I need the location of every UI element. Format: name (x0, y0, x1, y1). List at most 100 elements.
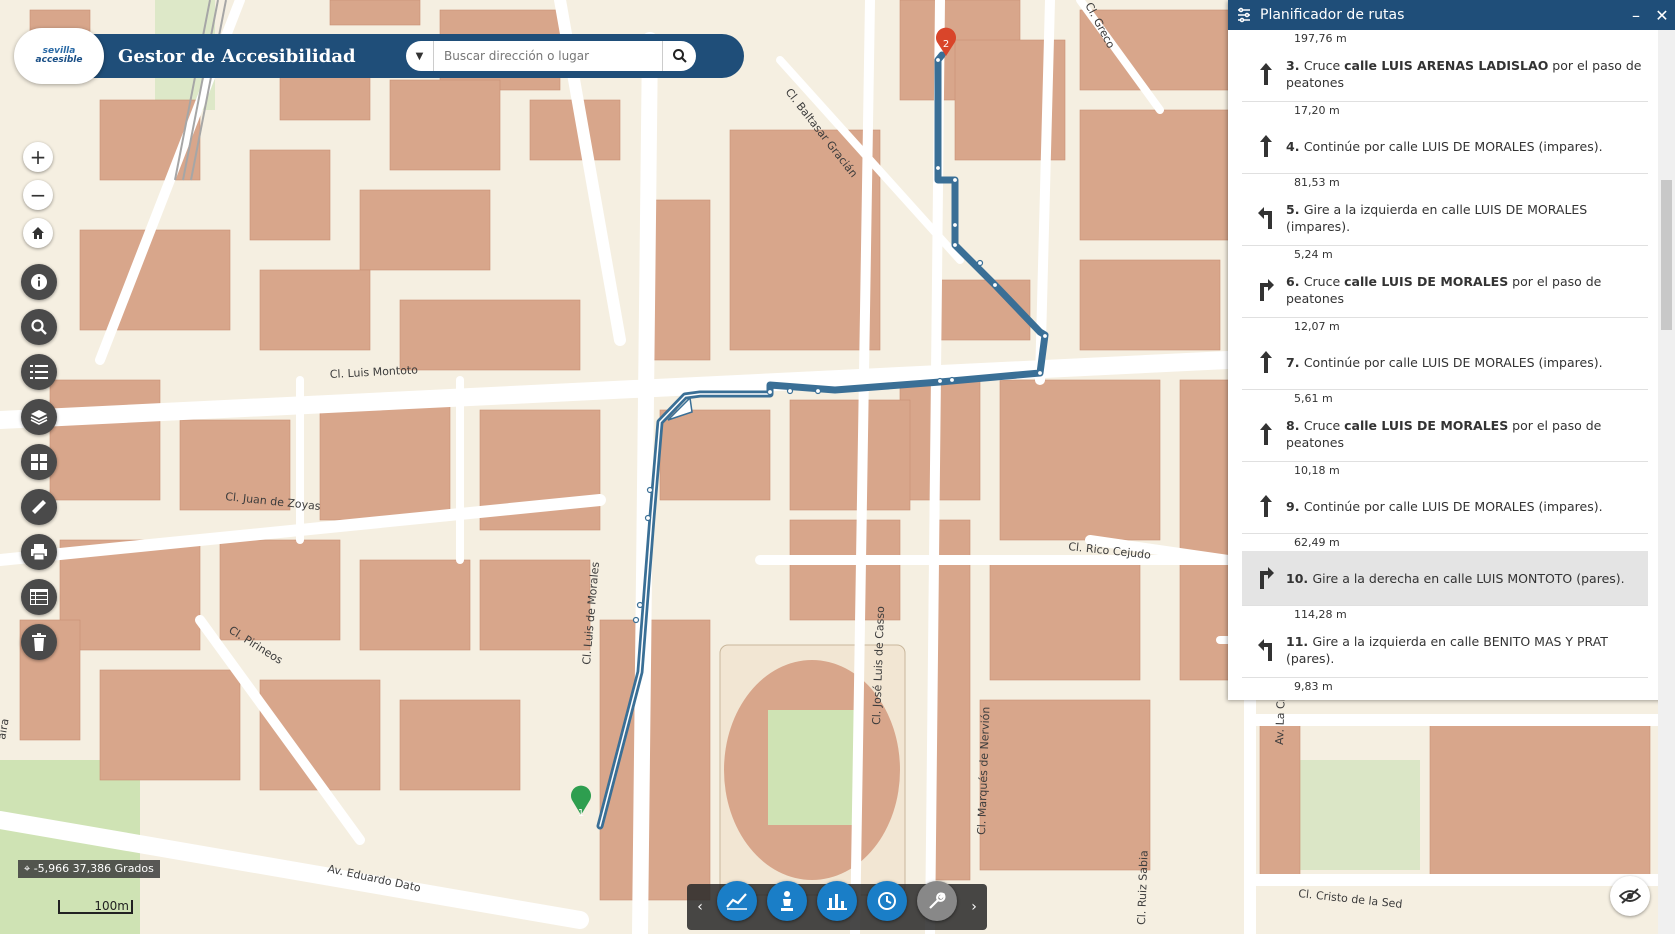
sevilla-accesible-logo[interactable]: sevilla accesible (14, 28, 104, 84)
step-number: 7. (1286, 354, 1304, 370)
route-planner-panel: Planificador de rutas – ✕ 197,76 m 3. Cr… (1228, 0, 1675, 700)
bottom-toolbar: ‹ › (687, 881, 987, 930)
bar-chart-icon (827, 894, 847, 910)
straight-arrow-icon (1246, 351, 1286, 373)
route-step[interactable]: 3. Cruce calle LUIS ARENAS LADISLAO por … (1242, 47, 1648, 102)
route-step[interactable]: 9. Continúe por calle LUIS DE MORALES (i… (1242, 479, 1648, 534)
step-instruction: Gire a la izquierda en calle BENITO MAS … (1286, 634, 1608, 666)
step-distance: 12,07 m (1294, 320, 1340, 333)
page-scrollbar[interactable] (1658, 30, 1675, 934)
end-marker-label: 2 (943, 39, 949, 50)
route-step[interactable]: 7. Continúe por calle LUIS DE MORALES (i… (1242, 335, 1648, 390)
route-step-text: 5. Gire a la izquierda en calle LUIS DE … (1286, 201, 1644, 235)
home-button[interactable] (23, 218, 53, 248)
route-step-text: 10. Gire a la derecha en calle LUIS MONT… (1286, 570, 1625, 587)
route-step-text: 11. Gire a la izquierda en calle BENITO … (1286, 633, 1644, 667)
search-tool-button[interactable] (21, 309, 57, 345)
minimize-button[interactable]: – (1623, 6, 1649, 25)
elevation-button[interactable] (717, 881, 757, 921)
page-scrollbar-thumb[interactable] (1661, 180, 1672, 330)
print-button[interactable] (21, 534, 57, 570)
logo-line2: accesible (35, 55, 83, 65)
route-step-text: 8. Cruce calle LUIS DE MORALES por el pa… (1286, 417, 1644, 451)
straight-arrow-icon (1246, 423, 1286, 445)
route-step[interactable]: 5. Gire a la izquierda en calle LUIS DE … (1242, 191, 1648, 246)
route-step[interactable]: 4. Continúe por calle LUIS DE MORALES (i… (1242, 119, 1648, 174)
step-instruction: Continúe por calle LUIS DE MORALES (impa… (1303, 354, 1603, 370)
route-steps-list: 197,76 m 3. Cruce calle LUIS ARENAS LADI… (1228, 30, 1656, 700)
step-instruction: Continúe por calle LUIS DE MORALES (impa… (1303, 498, 1603, 514)
legend-button[interactable] (21, 354, 57, 390)
route-step[interactable]: 11. Gire a la izquierda en calle BENITO … (1242, 623, 1648, 678)
step-distance: 17,20 m (1294, 104, 1340, 117)
route-step[interactable]: 10. Gire a la derecha en calle LUIS MONT… (1242, 551, 1648, 606)
route-step-text: 3. Cruce calle LUIS ARENAS LADISLAO por … (1286, 57, 1644, 91)
info-button[interactable] (21, 264, 57, 300)
turn-right-icon (1246, 279, 1286, 301)
route-step-text: 4. Continúe por calle LUIS DE MORALES (i… (1286, 138, 1603, 155)
trash-icon (32, 633, 46, 651)
close-button[interactable]: ✕ (1649, 6, 1675, 25)
ruler-icon (32, 500, 46, 514)
chart-line-icon (726, 893, 747, 910)
zoom-out-button[interactable]: − (23, 180, 53, 210)
accessibility-button[interactable] (767, 881, 807, 921)
search-button[interactable] (662, 41, 696, 71)
tools-button[interactable] (917, 881, 957, 921)
history-button[interactable] (867, 881, 907, 921)
step-number: 3. (1286, 58, 1304, 73)
step-distance: 5,24 m (1294, 248, 1333, 261)
step-distance: 5,61 m (1294, 392, 1333, 405)
panel-header: Planificador de rutas – ✕ (1228, 0, 1675, 30)
clear-button[interactable] (21, 624, 57, 660)
step-instruction: Cruce (1303, 418, 1345, 433)
turn-left-icon (1246, 207, 1286, 229)
next-button[interactable]: › (967, 899, 981, 915)
step-instruction: Gire a la izquierda en calle LUIS DE MOR… (1286, 202, 1588, 234)
step-distance: 197,76 m (1294, 32, 1347, 45)
step-number: 9. (1286, 498, 1304, 514)
route-step[interactable]: 8. Cruce calle LUIS DE MORALES por el pa… (1242, 407, 1648, 462)
step-distance: 10,18 m (1294, 464, 1340, 477)
toggle-visibility-button[interactable] (1610, 876, 1650, 916)
step-instruction: Gire a la derecha en calle LUIS MONTOTO … (1312, 570, 1625, 586)
prev-button[interactable]: ‹ (693, 899, 707, 915)
panel-title: Planificador de rutas (1260, 7, 1405, 23)
title-bar: Gestor de Accesibilidad ▼ (74, 34, 744, 78)
straight-arrow-icon (1246, 135, 1286, 157)
route-step[interactable]: 6. Cruce calle LUIS DE MORALES por el pa… (1242, 263, 1648, 318)
step-number: 4. (1286, 138, 1304, 154)
search-icon (672, 49, 687, 63)
step-distance: 81,53 m (1294, 176, 1340, 189)
route-step[interactable]: 12. Cruce calle LUIS MONTOTO por el paso… (1242, 695, 1648, 700)
search-input[interactable] (434, 42, 662, 70)
step-street: calle LUIS DE MORALES (1344, 418, 1509, 433)
zoom-in-button[interactable]: + (23, 142, 53, 172)
measure-button[interactable] (21, 489, 57, 525)
step-instruction: Cruce (1303, 274, 1345, 289)
street-label: Cl. Ruiz Sabia (1135, 850, 1151, 925)
step-number: 5. (1286, 202, 1304, 217)
eye-slash-icon (1619, 888, 1641, 904)
straight-arrow-icon (1246, 495, 1286, 517)
route-planner-icon (1238, 7, 1250, 23)
straight-arrow-icon (1246, 63, 1286, 85)
step-number: 11. (1286, 634, 1313, 649)
wrench-icon (929, 892, 946, 909)
table-button[interactable] (21, 579, 57, 615)
step-number: 10. (1286, 570, 1313, 586)
scale-bar: 100m (58, 900, 133, 914)
step-distance: 62,49 m (1294, 536, 1340, 549)
home-icon (32, 227, 44, 239)
step-number: 6. (1286, 274, 1304, 289)
turn-right-icon (1246, 567, 1286, 589)
statistics-button[interactable] (817, 881, 857, 921)
layers-button[interactable] (21, 399, 57, 435)
person-icon (781, 891, 793, 911)
step-distance: 9,83 m (1294, 680, 1333, 693)
app-header: sevilla accesible Gestor de Accesibilida… (14, 28, 744, 84)
caret-down-icon: ▼ (415, 50, 424, 62)
basemap-button[interactable] (21, 444, 57, 480)
search-dropdown-button[interactable]: ▼ (406, 41, 434, 71)
list-icon (30, 365, 48, 379)
